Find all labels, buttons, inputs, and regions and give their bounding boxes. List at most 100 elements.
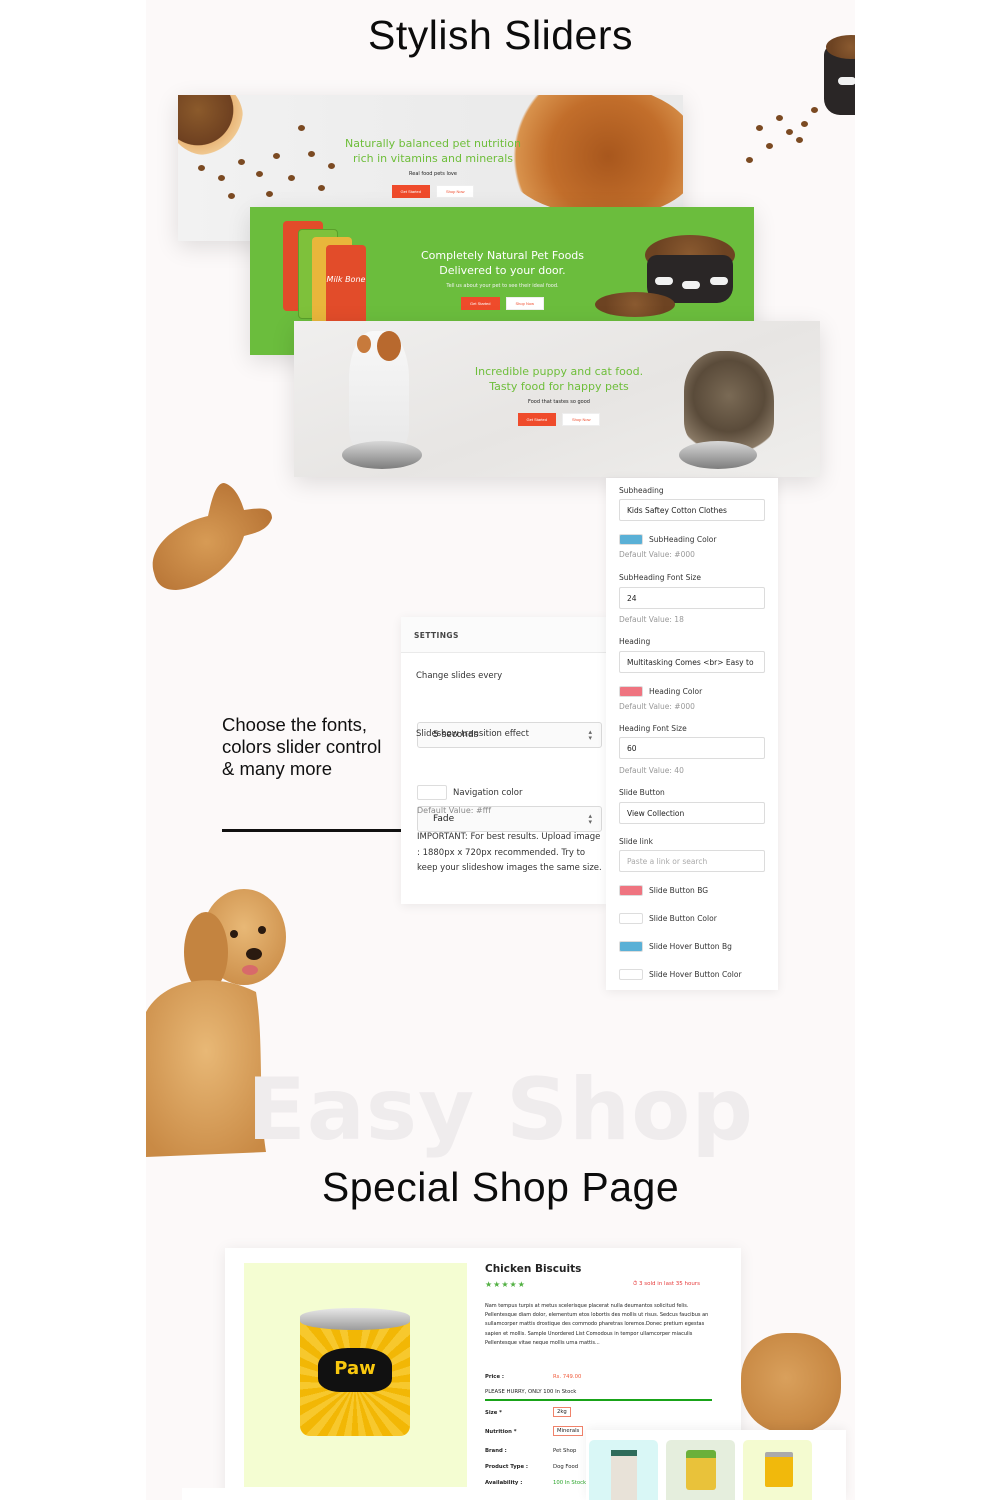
availability-value: 100 In Stock xyxy=(553,1480,587,1486)
slide-heading: Naturally balanced pet nutrition rich in… xyxy=(345,137,521,165)
brand-value: Pet Shop xyxy=(553,1448,577,1454)
slide-button-bg-label: Slide Button BG xyxy=(649,885,709,895)
heading-font-size-default: Default Value: 40 xyxy=(619,766,684,775)
heading-label: Heading xyxy=(619,637,651,646)
slide-hover-button-bg-label: Slide Hover Button Bg xyxy=(649,941,732,951)
price-value: Rs. 749.00 xyxy=(553,1374,582,1380)
tin-brand-label: Paw xyxy=(318,1348,392,1392)
subheading-color-default: Default Value: #000 xyxy=(619,550,695,559)
settings-header: SETTINGS xyxy=(401,617,606,653)
kibble-bowl-image xyxy=(178,95,243,155)
rating-stars: ★★★★★ xyxy=(485,1280,526,1289)
subheading-color-row: SubHeading Color xyxy=(619,533,716,545)
kibble-bowl-image xyxy=(746,25,855,163)
shop-now-button[interactable]: Shop Now xyxy=(436,184,475,198)
thumbnail-2[interactable] xyxy=(666,1440,735,1500)
shop-now-button[interactable]: Shop Now xyxy=(505,296,544,310)
shop-now-button[interactable]: Shop Now xyxy=(562,412,601,426)
select-arrows-icon: ▴ ▾ xyxy=(588,728,592,742)
slide-button-bg-swatch[interactable] xyxy=(619,884,643,896)
slide-hover-button-color-label: Slide Hover Button Color xyxy=(649,969,742,979)
page-column: Stylish Sliders Naturally balanced pet n… xyxy=(146,0,855,1500)
subheading-input[interactable]: Kids Saftey Cotton Clothes xyxy=(619,499,765,521)
thumbnail-1[interactable] xyxy=(589,1440,658,1500)
heading-color-swatch[interactable] xyxy=(619,685,643,697)
divider-line xyxy=(222,829,402,832)
thumbnail-3[interactable] xyxy=(743,1440,812,1500)
navigation-color-row: Navigation color xyxy=(417,785,522,800)
heading-color-row: Heading Color xyxy=(619,685,702,697)
easy-shop-watermark: Easy Shop xyxy=(247,1060,754,1160)
product-description: Nam tempus turpis at metus scelerisque p… xyxy=(485,1303,709,1346)
image-size-note: IMPORTANT: For best results. Upload imag… xyxy=(417,832,602,873)
product-type-label: Product Type : xyxy=(485,1464,528,1470)
slide-button-bg-row: Slide Button BG xyxy=(619,884,708,896)
slide-hover-button-bg-row: Slide Hover Button Bg xyxy=(619,940,732,952)
get-started-button[interactable]: Get Started xyxy=(391,184,430,198)
puppy-photo xyxy=(349,331,409,451)
transition-effect-label: Slideshow transition effect xyxy=(416,729,529,739)
slide-tagline: Food that tastes so good xyxy=(528,398,590,405)
subheading-color-label: SubHeading Color xyxy=(649,534,717,544)
slide-hover-button-color-row: Slide Hover Button Color xyxy=(619,968,742,980)
slide-tagline: Real food pets love xyxy=(409,170,457,177)
fish-biscuit-image xyxy=(152,483,272,590)
steel-bowl-image xyxy=(679,441,757,469)
navigation-color-label: Navigation color xyxy=(453,787,523,798)
get-started-button[interactable]: Get Started xyxy=(461,296,500,310)
size-option[interactable]: 2kg xyxy=(553,1407,571,1417)
brand-label: Brand : xyxy=(485,1448,507,1454)
slide-hover-button-bg-swatch[interactable] xyxy=(619,940,643,952)
feature-description: Choose the fonts, colors slider control … xyxy=(222,714,382,779)
slide-button-label: Slide Button xyxy=(619,788,665,797)
heading-color-default: Default Value: #000 xyxy=(619,702,695,711)
subheading-color-swatch[interactable] xyxy=(619,533,643,545)
nutrition-option[interactable]: Minerals xyxy=(553,1426,584,1436)
stock-progress-bar xyxy=(485,1399,712,1401)
slide-link-label: Slide link xyxy=(619,837,653,846)
slide-button-color-label: Slide Button Color xyxy=(649,913,717,923)
heading-color-label: Heading Color xyxy=(649,686,703,696)
subheading-font-size-label: SubHeading Font Size xyxy=(619,573,701,582)
slider-preview-3: Incredible puppy and cat food. Tasty foo… xyxy=(294,321,820,477)
navigation-color-swatch[interactable] xyxy=(417,785,447,800)
transition-effect-value: Fade xyxy=(433,814,455,824)
heading-input[interactable]: Multitasking Comes <br> Easy to xyxy=(619,651,765,673)
slide-text-block: Incredible puppy and cat food. Tasty foo… xyxy=(454,365,664,426)
change-slides-label: Change slides every xyxy=(416,671,503,681)
slide-link-input[interactable]: Paste a link or search xyxy=(619,850,765,872)
heading-font-size-input[interactable]: 60 xyxy=(619,737,765,759)
slide-heading: Completely Natural Pet Foods Delivered t… xyxy=(420,249,585,277)
product-image: Paw xyxy=(244,1263,467,1487)
product-type-value: Dog Food xyxy=(553,1464,579,1470)
heading-font-size-label: Heading Font Size xyxy=(619,724,687,733)
slide-properties-panel: Subheading Kids Saftey Cotton Clothes Su… xyxy=(606,478,778,990)
paw-biscuit-image xyxy=(741,1333,841,1433)
product-title: Chicken Biscuits xyxy=(485,1263,582,1275)
product-thumbnails xyxy=(586,1430,846,1500)
section-title-special-shop-page: Special Shop Page xyxy=(321,1164,680,1210)
subheading-label: Subheading xyxy=(619,486,664,495)
availability-label: Availability : xyxy=(485,1480,523,1486)
slide-button-color-swatch[interactable] xyxy=(619,912,643,924)
size-label: Size * xyxy=(485,1410,502,1416)
subheading-font-size-default: Default Value: 18 xyxy=(619,615,684,624)
cat-photo xyxy=(684,351,774,451)
paw-tin-image: Paw xyxy=(300,1308,410,1438)
price-label: Price : xyxy=(485,1374,505,1380)
slide-hover-button-color-swatch[interactable] xyxy=(619,968,643,980)
select-arrows-icon: ▴ ▾ xyxy=(588,812,592,826)
slide-text-block: Completely Natural Pet Foods Delivered t… xyxy=(390,249,615,310)
nutrition-label: Nutrition * xyxy=(485,1429,517,1435)
steel-bowl-image xyxy=(342,441,422,469)
slideshow-settings-panel: SETTINGS Change slides every 5 seconds ▴… xyxy=(401,617,606,904)
navigation-color-default: Default Value: #fff xyxy=(417,806,492,815)
slide-text-block: Naturally balanced pet nutrition rich in… xyxy=(328,137,538,198)
slide-button-color-row: Slide Button Color xyxy=(619,912,717,924)
get-started-button[interactable]: Get Started xyxy=(517,412,556,426)
sold-notice: ⏱ 3 sold in last 35 hours xyxy=(633,1281,700,1287)
stock-notice: PLEASE HURRY, ONLY 100 In Stock xyxy=(485,1389,577,1395)
subheading-font-size-input[interactable]: 24 xyxy=(619,587,765,609)
slide-tagline: Tell us about your pet to see their idea… xyxy=(446,282,559,289)
slide-button-input[interactable]: View Collection xyxy=(619,802,765,824)
